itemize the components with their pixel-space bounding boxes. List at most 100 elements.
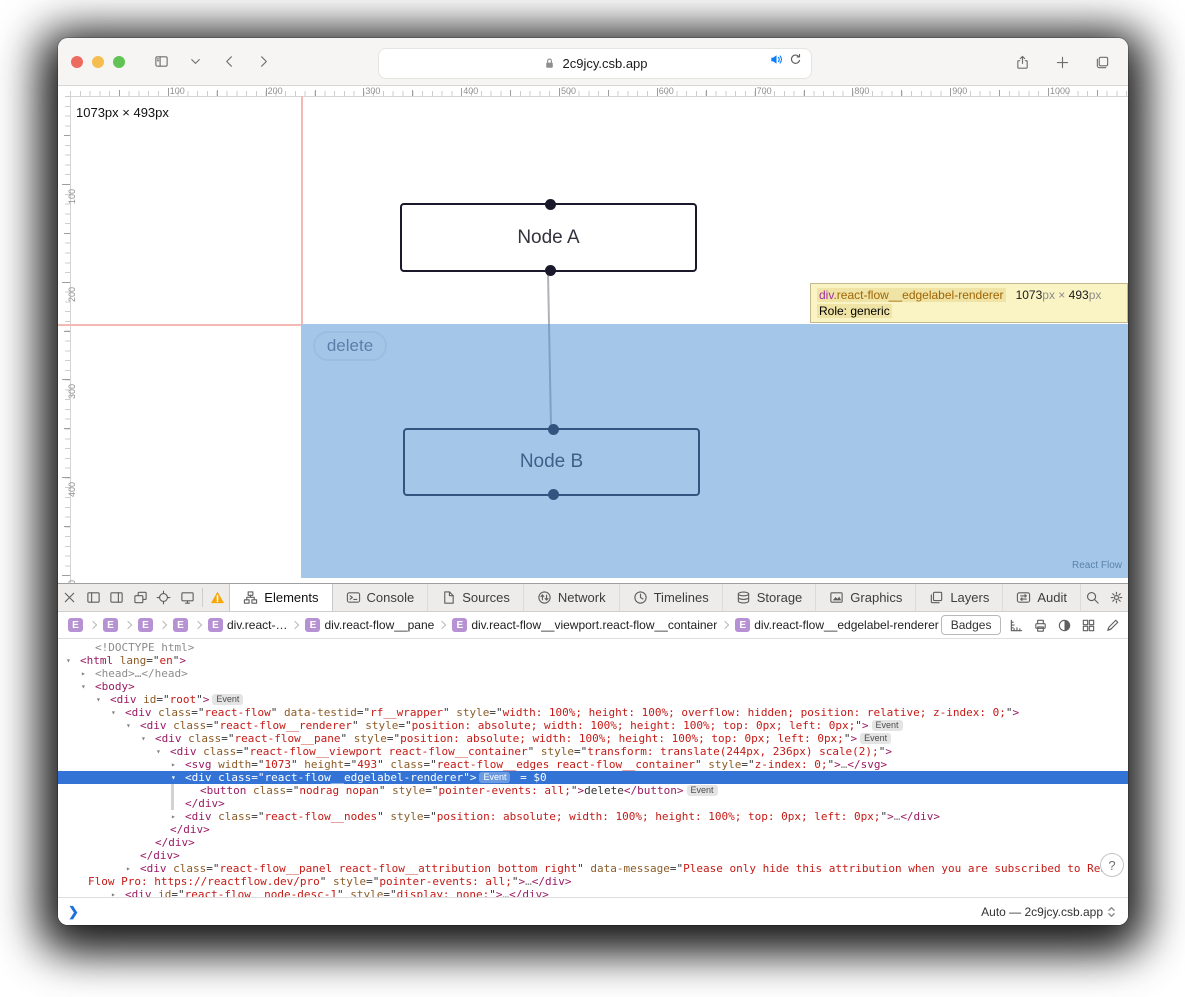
dom-tree-node[interactable]: ▸<div class="react-flow__panel react-flo… (58, 862, 1128, 875)
breadcrumb-item[interactable]: E (169, 618, 192, 632)
dom-tree-node[interactable]: ▸<svg width="1073" height="493" class="r… (58, 758, 1128, 771)
issues-warning-icon[interactable] (206, 584, 229, 611)
disclosure-triangle-icon[interactable]: ▾ (171, 771, 176, 784)
dom-tree-node[interactable]: </div> (58, 823, 1128, 836)
breadcrumb-item[interactable]: Ediv.react-flow__viewport.react-flow__co… (448, 618, 719, 632)
disclosure-triangle-icon[interactable]: ▸ (81, 667, 86, 680)
tab-audit[interactable]: Audit (1003, 584, 1081, 611)
ruler-tick (461, 88, 462, 96)
syntax-token: class (218, 771, 251, 784)
dom-tree-node[interactable]: ▸<head>…</head> (58, 667, 1128, 680)
ruler-tick (852, 88, 853, 96)
close-window-button[interactable] (71, 56, 83, 68)
ruler-label: 400 (463, 86, 478, 96)
dom-tree-node[interactable]: ▾<div class="react-flow__renderer" style… (58, 719, 1128, 732)
event-badge[interactable]: Event (212, 694, 243, 705)
breadcrumb-item[interactable]: Ediv.react-flow__pane (301, 618, 436, 632)
tab-elements[interactable]: Elements (229, 584, 332, 611)
breadcrumb-item[interactable]: E (64, 618, 87, 632)
breadcrumb-item[interactable]: E (99, 618, 122, 632)
ruler-tick (363, 88, 364, 96)
inspect-element-icon[interactable] (152, 584, 175, 611)
dom-tree-node[interactable]: ▾<div class="react-flow" data-testid="rf… (58, 706, 1128, 719)
dom-tree-node[interactable]: ▾<body> (58, 680, 1128, 693)
breadcrumb-item[interactable]: Ediv.react-… (204, 618, 289, 632)
disclosure-triangle-icon[interactable]: ▸ (171, 758, 176, 771)
tab-timelines[interactable]: Timelines (620, 584, 723, 611)
dom-tree-node[interactable]: ▾<div class="react-flow__pane" style="po… (58, 732, 1128, 745)
disclosure-triangle-icon[interactable]: ▸ (126, 862, 131, 875)
dom-tree-node[interactable]: ▾<div id="root">Event (58, 693, 1128, 706)
execution-context-picker[interactable]: Auto — 2c9jcy.csb.app (981, 905, 1116, 919)
dock-left-icon[interactable] (81, 584, 104, 611)
disclosure-triangle-icon[interactable]: ▾ (111, 706, 116, 719)
dom-tree-node[interactable]: ▾<html lang="en"> (58, 654, 1128, 667)
breadcrumb-item[interactable]: Ediv.react-flow__edgelabel-renderer (731, 618, 941, 632)
dom-tree-node[interactable]: ▾<div class="react-flow__viewport react-… (58, 745, 1128, 758)
event-badge[interactable]: Event (479, 772, 510, 783)
tab-layers[interactable]: Layers (916, 584, 1003, 611)
audio-playing-icon[interactable] (769, 52, 784, 67)
console-prompt-icon[interactable]: ❯ (68, 904, 79, 920)
breadcrumb-item[interactable]: E (134, 618, 157, 632)
disclosure-triangle-icon[interactable]: ▾ (96, 693, 101, 706)
event-badge[interactable]: Event (860, 733, 891, 744)
node-a-source-handle[interactable] (545, 265, 556, 276)
syntax-token: class (173, 862, 206, 875)
disclosure-triangle-icon[interactable]: ▾ (81, 680, 86, 693)
syntax-token: <svg (185, 758, 212, 771)
disclosure-triangle-icon[interactable]: ▾ (141, 732, 146, 745)
badges-button[interactable]: Badges (941, 615, 1002, 635)
disclosure-triangle-icon[interactable]: ▸ (171, 810, 176, 823)
tab-graphics[interactable]: Graphics (816, 584, 916, 611)
dom-tree-node[interactable]: </div> (58, 797, 1128, 810)
dom-tree-node[interactable]: <button class="nodrag nopan" style="poin… (58, 784, 1128, 797)
help-button[interactable]: ? (1100, 853, 1124, 877)
paint-flashing-icon[interactable] (1105, 618, 1120, 633)
print-styles-icon[interactable] (1033, 618, 1048, 633)
dom-tree-node[interactable]: </div> (58, 836, 1128, 849)
dom-tree-node[interactable]: <!DOCTYPE html> (58, 641, 1128, 654)
undock-icon[interactable] (128, 584, 151, 611)
node-a-target-handle[interactable] (545, 199, 556, 210)
event-badge[interactable]: Event (687, 785, 718, 796)
close-icon[interactable] (58, 584, 81, 611)
appearance-icon[interactable] (1057, 618, 1072, 633)
address-bar[interactable]: 2c9jcy.csb.app (378, 48, 812, 79)
dom-tree-node[interactable]: </div> (58, 849, 1128, 862)
tab-console[interactable]: Console (333, 584, 429, 611)
disclosure-triangle-icon[interactable]: ▾ (126, 719, 131, 732)
chevron-down-icon[interactable] (181, 49, 209, 75)
reload-icon[interactable] (788, 52, 803, 67)
responsive-mode-icon[interactable] (175, 584, 198, 611)
dom-tree-node[interactable]: ▸<div id="react-flow__node-desc-1" style… (58, 888, 1128, 897)
tab-storage[interactable]: Storage (723, 584, 817, 611)
show-tabs-icon[interactable] (1088, 49, 1116, 75)
tab-network[interactable]: Network (524, 584, 620, 611)
syntax-token: Flow Pro: https://reactflow.dev/pro (88, 875, 320, 888)
sidebar-icon[interactable] (147, 49, 175, 75)
flow-node-a[interactable]: Node A (400, 203, 697, 272)
dock-right-icon[interactable] (105, 584, 128, 611)
event-badge[interactable]: Event (872, 720, 903, 731)
minimize-window-button[interactable] (92, 56, 104, 68)
forward-icon[interactable] (249, 49, 277, 75)
disclosure-triangle-icon[interactable]: ▾ (66, 654, 71, 667)
disclosure-triangle-icon[interactable]: ▾ (156, 745, 161, 758)
search-icon[interactable] (1081, 584, 1104, 611)
gear-icon[interactable] (1104, 584, 1127, 611)
safari-window: 2c9jcy.csb.app 1002003004005006007008009… (58, 38, 1128, 925)
back-icon[interactable] (215, 49, 243, 75)
share-icon[interactable] (1008, 49, 1036, 75)
syntax-token: <div (140, 719, 167, 732)
grid-overlay-icon[interactable] (1081, 618, 1096, 633)
ruler-icon[interactable] (1009, 618, 1024, 633)
dom-tree-node[interactable]: ▸<div class="react-flow__nodes" style="p… (58, 810, 1128, 823)
dom-tree-node[interactable]: ▾<div class="react-flow__edgelabel-rende… (58, 771, 1128, 784)
zoom-window-button[interactable] (113, 56, 125, 68)
tab-sources[interactable]: Sources (428, 584, 524, 611)
breadcrumb-label: div.react-… (227, 618, 287, 632)
disclosure-triangle-icon[interactable]: ▸ (111, 888, 116, 897)
new-tab-icon[interactable] (1048, 49, 1076, 75)
dom-tree-node[interactable]: Flow Pro: https://reactflow.dev/pro" sty… (58, 875, 1128, 888)
